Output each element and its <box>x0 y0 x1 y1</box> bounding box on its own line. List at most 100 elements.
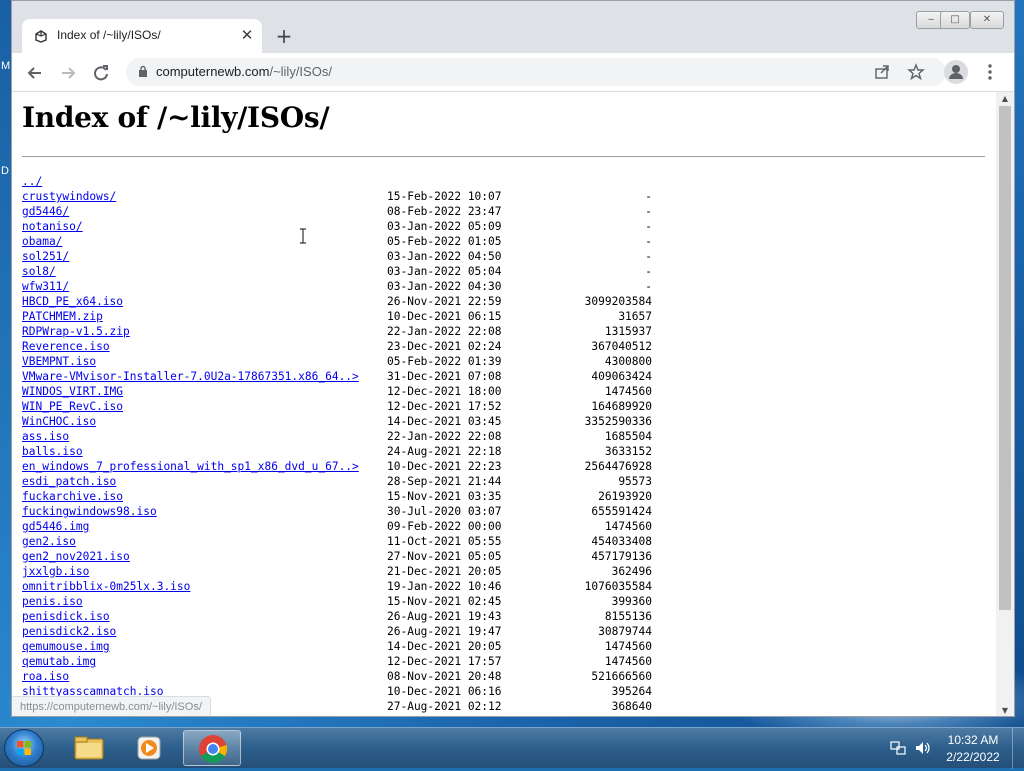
profile-avatar-icon[interactable] <box>944 60 968 84</box>
divider <box>22 156 985 158</box>
file-date: 26-Aug-2021 19:47 <box>387 625 502 638</box>
desktop-icon-label[interactable]: D <box>1 165 9 177</box>
taskbar-explorer-button[interactable] <box>60 730 118 766</box>
system-clock[interactable]: 10:32 AM 2/22/2022 <box>938 732 1008 766</box>
desktop-icon-label[interactable]: M <box>1 60 10 72</box>
file-link[interactable]: gen2_nov2021.iso <box>22 549 130 564</box>
file-size: - <box>645 250 652 263</box>
file-link[interactable]: sol251/ <box>22 249 69 264</box>
file-date: 21-Dec-2021 20:05 <box>387 565 502 578</box>
maximize-button[interactable]: □ <box>940 11 970 29</box>
taskbar-media-player-button[interactable] <box>121 730 179 766</box>
file-size: 409063424 <box>591 370 652 383</box>
file-date: 03-Jan-2022 05:09 <box>387 220 502 233</box>
file-date: 26-Nov-2021 22:59 <box>387 295 502 308</box>
file-date: 12-Dec-2021 17:52 <box>387 400 502 413</box>
file-date: 15-Nov-2021 03:35 <box>387 490 502 503</box>
file-date: 03-Jan-2022 04:30 <box>387 280 502 293</box>
taskbar-chrome-button[interactable] <box>183 730 241 766</box>
file-link[interactable]: qemutab.img <box>22 654 96 669</box>
show-desktop-button[interactable] <box>1012 728 1024 769</box>
tab-strip: Index of /~lily/ISOs/ ✕ + ‒ □ ✕ <box>12 1 1014 53</box>
new-tab-button[interactable]: + <box>273 26 295 48</box>
file-size: 30879744 <box>598 625 652 638</box>
file-link[interactable]: crustywindows/ <box>22 189 116 204</box>
file-size: 1474560 <box>604 640 652 653</box>
file-link[interactable]: sol8/ <box>22 264 56 279</box>
chrome-icon <box>199 735 227 763</box>
file-link[interactable]: qemumouse.img <box>22 639 110 654</box>
forward-arrow-icon[interactable] <box>57 62 79 84</box>
file-size: - <box>645 280 652 293</box>
file-link[interactable]: notaniso/ <box>22 219 83 234</box>
vertical-scrollbar[interactable]: ▲ ▼ <box>996 92 1014 716</box>
file-size: 457179136 <box>591 550 652 563</box>
file-size: 1315937 <box>604 325 652 338</box>
close-window-button[interactable]: ✕ <box>970 11 1004 29</box>
file-link[interactable]: omnitribblix-0m25lx.3.iso <box>22 579 190 594</box>
scrollbar-thumb[interactable] <box>999 106 1011 610</box>
taskbar: 10:32 AM 2/22/2022 <box>0 727 1024 769</box>
file-link[interactable]: jxxlgb.iso <box>22 564 89 579</box>
scroll-down-arrow-icon[interactable]: ▼ <box>996 704 1014 716</box>
file-link[interactable]: penisdick2.iso <box>22 624 116 639</box>
file-link[interactable]: WINDOS_VIRT.IMG <box>22 384 123 399</box>
file-date: 26-Aug-2021 19:43 <box>387 610 502 623</box>
browser-toolbar: computernewb.com/~lily/ISOs/ <box>12 53 1014 92</box>
file-link[interactable]: roa.iso <box>22 669 69 684</box>
file-link[interactable]: ass.iso <box>22 429 69 444</box>
file-date: 10-Dec-2021 06:15 <box>387 310 502 323</box>
reload-icon[interactable] <box>90 62 112 84</box>
url-path: /~lily/ISOs/ <box>269 64 332 79</box>
file-link[interactable]: gd5446.img <box>22 519 89 534</box>
file-link[interactable]: WinCHOC.iso <box>22 414 96 429</box>
file-date: 22-Jan-2022 22:08 <box>387 430 502 443</box>
lock-icon[interactable] <box>138 65 148 77</box>
bookmark-star-icon[interactable] <box>906 62 926 82</box>
file-size: 454033408 <box>591 535 652 548</box>
file-link[interactable]: Reverence.iso <box>22 339 110 354</box>
tab-active[interactable]: Index of /~lily/ISOs/ ✕ <box>22 19 262 53</box>
address-bar[interactable]: computernewb.com/~lily/ISOs/ <box>126 58 946 86</box>
file-date: 30-Jul-2020 03:07 <box>387 505 502 518</box>
volume-icon[interactable] <box>914 740 932 756</box>
file-link[interactable]: VBEMPNT.iso <box>22 354 96 369</box>
file-size: 95573 <box>618 475 652 488</box>
back-arrow-icon[interactable] <box>24 62 46 84</box>
file-link[interactable]: WIN_PE_RevC.iso <box>22 399 123 414</box>
file-link[interactable]: ../ <box>22 174 42 189</box>
share-icon[interactable] <box>872 62 892 82</box>
folder-icon <box>74 736 104 760</box>
file-size: - <box>645 235 652 248</box>
file-link[interactable]: PATCHMEM.zip <box>22 309 103 324</box>
kebab-menu-icon[interactable] <box>980 62 1000 82</box>
file-link[interactable]: esdi_patch.iso <box>22 474 116 489</box>
windows-logo-icon <box>17 741 31 755</box>
network-icon[interactable] <box>890 740 906 756</box>
file-link[interactable]: gen2.iso <box>22 534 76 549</box>
file-size: - <box>645 205 652 218</box>
url-text[interactable]: computernewb.com/~lily/ISOs/ <box>156 64 332 79</box>
file-link[interactable]: VMware-VMvisor-Installer-7.0U2a-17867351… <box>22 369 359 384</box>
file-size: 399360 <box>611 595 652 608</box>
file-link[interactable]: obama/ <box>22 234 62 249</box>
media-player-icon <box>137 736 161 760</box>
tab-close-icon[interactable]: ✕ <box>238 26 256 44</box>
file-link[interactable]: RDPWrap-v1.5.zip <box>22 324 130 339</box>
file-size: 3633152 <box>604 445 652 458</box>
file-link[interactable]: HBCD_PE_x64.iso <box>22 294 123 309</box>
file-link[interactable]: fuckingwindows98.iso <box>22 504 157 519</box>
file-link[interactable]: penisdick.iso <box>22 609 110 624</box>
file-link[interactable]: fuckarchive.iso <box>22 489 123 504</box>
scroll-up-arrow-icon[interactable]: ▲ <box>996 92 1014 106</box>
file-size: 1474560 <box>604 385 652 398</box>
file-link[interactable]: gd5446/ <box>22 204 69 219</box>
file-link[interactable]: penis.iso <box>22 594 83 609</box>
file-date: 19-Jan-2022 10:46 <box>387 580 502 593</box>
file-date: 12-Dec-2021 18:00 <box>387 385 502 398</box>
file-link[interactable]: balls.iso <box>22 444 83 459</box>
start-button[interactable] <box>4 729 44 767</box>
file-link[interactable]: wfw311/ <box>22 279 69 294</box>
file-size: 521666560 <box>591 670 652 683</box>
file-link[interactable]: en_windows_7_professional_with_sp1_x86_d… <box>22 459 359 474</box>
